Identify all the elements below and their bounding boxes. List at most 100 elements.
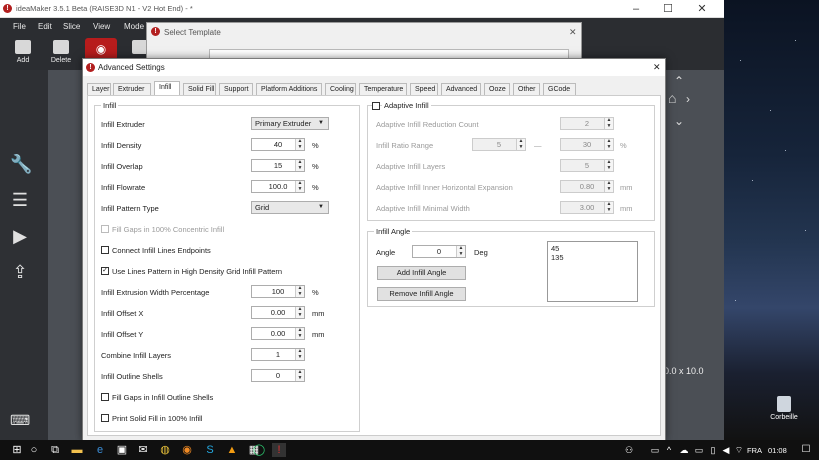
tab-advanced[interactable]: Advanced xyxy=(441,83,481,95)
nav-right-icon[interactable]: › xyxy=(686,92,690,106)
inner-expansion-input[interactable]: 0.80 ▲ ▼ xyxy=(560,180,614,193)
list-item[interactable]: 135 xyxy=(551,253,634,262)
tab-other[interactable]: Other xyxy=(513,83,540,95)
spin-arrows-icon[interactable]: ▲ ▼ xyxy=(295,138,304,150)
ratio-min-input[interactable]: 5 ▲ ▼ xyxy=(472,138,526,151)
minimize-icon[interactable]: – xyxy=(624,2,648,16)
spin-arrows-icon[interactable]: ▲ ▼ xyxy=(604,201,613,213)
menu-mode[interactable]: Mode xyxy=(124,22,144,31)
infill-flowrate-input[interactable]: 100.0 ▲ ▼ xyxy=(251,180,305,193)
spin-arrows-icon[interactable]: ▲ ▼ xyxy=(295,369,304,381)
tab-cooling[interactable]: Cooling xyxy=(325,83,356,95)
menu-file[interactable]: File xyxy=(13,22,26,31)
template-close-icon[interactable]: ✕ xyxy=(569,27,577,38)
keyboard-icon[interactable]: ⌨ xyxy=(10,410,30,430)
people-icon[interactable]: ⚇ xyxy=(622,443,636,457)
fill-gaps-concentric-checkbox[interactable] xyxy=(101,225,109,233)
tab-extruder[interactable]: Extruder xyxy=(113,83,151,95)
close-icon[interactable]: ✕ xyxy=(690,2,714,16)
adaptive-infill-checkbox[interactable] xyxy=(372,102,380,110)
task-view-icon[interactable]: ⧉ xyxy=(48,443,62,457)
ideamaker-taskbar-icon[interactable]: ! xyxy=(272,443,286,457)
vlc-icon[interactable]: ▲ xyxy=(225,443,239,457)
spin-arrows-icon[interactable]: ▲ ▼ xyxy=(295,348,304,360)
network-icon[interactable]: ▭ xyxy=(692,443,706,457)
min-width-input[interactable]: 3.00 ▲ ▼ xyxy=(560,201,614,214)
tab-temperature[interactable]: Temperature xyxy=(359,83,407,95)
clock[interactable]: 01:08 xyxy=(768,446,787,455)
offset-y-input[interactable]: 0.00 ▲ ▼ xyxy=(251,327,305,340)
language-indicator[interactable]: FRA xyxy=(747,446,762,455)
tab-infill[interactable]: Infill xyxy=(154,81,180,95)
infill-extruder-select[interactable]: Primary Extruder ▼ xyxy=(251,117,329,130)
remove-infill-angle-button[interactable]: Remove Infill Angle xyxy=(377,287,466,301)
infill-density-input[interactable]: 40 ▲ ▼ xyxy=(251,138,305,151)
battery-icon[interactable]: ▯ xyxy=(706,443,720,457)
list-item[interactable]: 45 xyxy=(551,244,634,253)
tab-layer[interactable]: Layer xyxy=(87,83,111,95)
spin-arrows-icon[interactable]: ▲ ▼ xyxy=(295,327,304,339)
volume-icon[interactable]: ◀ xyxy=(719,443,733,457)
maximize-icon[interactable]: ☐ xyxy=(656,2,680,16)
angle-list[interactable]: 45 135 xyxy=(547,241,638,302)
print-solid-fill-checkbox[interactable] xyxy=(101,414,109,422)
spin-arrows-icon[interactable]: ▲ ▼ xyxy=(295,159,304,171)
outline-shells-input[interactable]: 0 ▲ ▼ xyxy=(251,369,305,382)
firefox-icon[interactable]: ◉ xyxy=(180,443,194,457)
tab-speed[interactable]: Speed xyxy=(410,83,438,95)
windows-start-icon[interactable]: ⊞ xyxy=(10,443,24,457)
spin-arrows-icon[interactable]: ▲ ▼ xyxy=(295,180,304,192)
offset-x-input[interactable]: 0.00 ▲ ▼ xyxy=(251,306,305,319)
combine-layers-input[interactable]: 1 ▲ ▼ xyxy=(251,348,305,361)
add-infill-angle-button[interactable]: Add Infill Angle xyxy=(377,266,466,280)
view-button[interactable]: ◉ xyxy=(85,38,117,60)
dialog-close-icon[interactable]: ✕ xyxy=(653,62,661,73)
fill-gaps-outline-checkbox[interactable] xyxy=(101,393,109,401)
tab-ooze[interactable]: Ooze xyxy=(484,83,510,95)
wrench-icon[interactable]: 🔧 xyxy=(10,154,32,174)
list-icon[interactable]: ☰ xyxy=(10,190,30,210)
menu-slice[interactable]: Slice xyxy=(63,22,80,31)
home-icon[interactable]: ⌂ xyxy=(668,90,676,106)
spin-arrows-icon[interactable]: ▲ ▼ xyxy=(604,138,613,150)
use-lines-pattern-checkbox[interactable]: ✓ xyxy=(101,267,109,275)
tray-up-icon[interactable]: ^ xyxy=(662,443,676,457)
store-icon[interactable]: ▣ xyxy=(115,443,129,457)
whatsapp-icon[interactable]: ◯ xyxy=(252,443,266,457)
tab-support[interactable]: Support xyxy=(219,83,253,95)
delete-button[interactable]: Delete xyxy=(45,38,77,70)
tray-icon[interactable]: ▭ xyxy=(648,443,662,457)
nav-down-icon[interactable]: ⌄ xyxy=(674,114,684,128)
notifications-icon[interactable]: ☐ xyxy=(799,443,813,457)
chrome-icon[interactable]: ◍ xyxy=(158,443,172,457)
tab-solid-fill[interactable]: Solid Fill xyxy=(183,83,216,95)
spin-arrows-icon[interactable]: ▲ ▼ xyxy=(604,180,613,192)
infill-pattern-select[interactable]: Grid ▼ xyxy=(251,201,329,214)
add-button[interactable]: Add xyxy=(7,38,39,70)
spin-arrows-icon[interactable]: ▲ ▼ xyxy=(295,285,304,297)
mail-icon[interactable]: ✉ xyxy=(136,443,150,457)
angle-input[interactable]: 0 ▲ ▼ xyxy=(412,245,466,258)
search-icon[interactable]: ○ xyxy=(27,443,41,457)
menu-view[interactable]: View xyxy=(93,22,110,31)
tab-gcode[interactable]: GCode xyxy=(543,83,576,95)
infill-overlap-input[interactable]: 15 ▲ ▼ xyxy=(251,159,305,172)
spin-arrows-icon[interactable]: ▲ ▼ xyxy=(456,245,465,257)
wifi-icon[interactable]: ⌔ xyxy=(732,443,746,457)
upload-icon[interactable]: ⇪ xyxy=(10,262,30,282)
play-icon[interactable]: ▶ xyxy=(10,226,30,246)
spin-arrows-icon[interactable]: ▲ ▼ xyxy=(295,306,304,318)
file-explorer-icon[interactable]: ▬ xyxy=(70,443,84,457)
recycle-bin[interactable]: Corbeille xyxy=(762,396,806,430)
cloud-icon[interactable]: ☁ xyxy=(677,443,691,457)
adaptive-layers-input[interactable]: 5 ▲ ▼ xyxy=(560,159,614,172)
ratio-max-input[interactable]: 30 ▲ ▼ xyxy=(560,138,614,151)
spin-arrows-icon[interactable]: ▲ ▼ xyxy=(604,117,613,129)
extrusion-width-input[interactable]: 100 ▲ ▼ xyxy=(251,285,305,298)
spin-arrows-icon[interactable]: ▲ ▼ xyxy=(516,138,525,150)
tab-platform-additions[interactable]: Platform Additions xyxy=(256,83,322,95)
spin-arrows-icon[interactable]: ▲ ▼ xyxy=(604,159,613,171)
skype-icon[interactable]: S xyxy=(203,443,217,457)
connect-endpoints-checkbox[interactable] xyxy=(101,246,109,254)
menu-edit[interactable]: Edit xyxy=(38,22,52,31)
